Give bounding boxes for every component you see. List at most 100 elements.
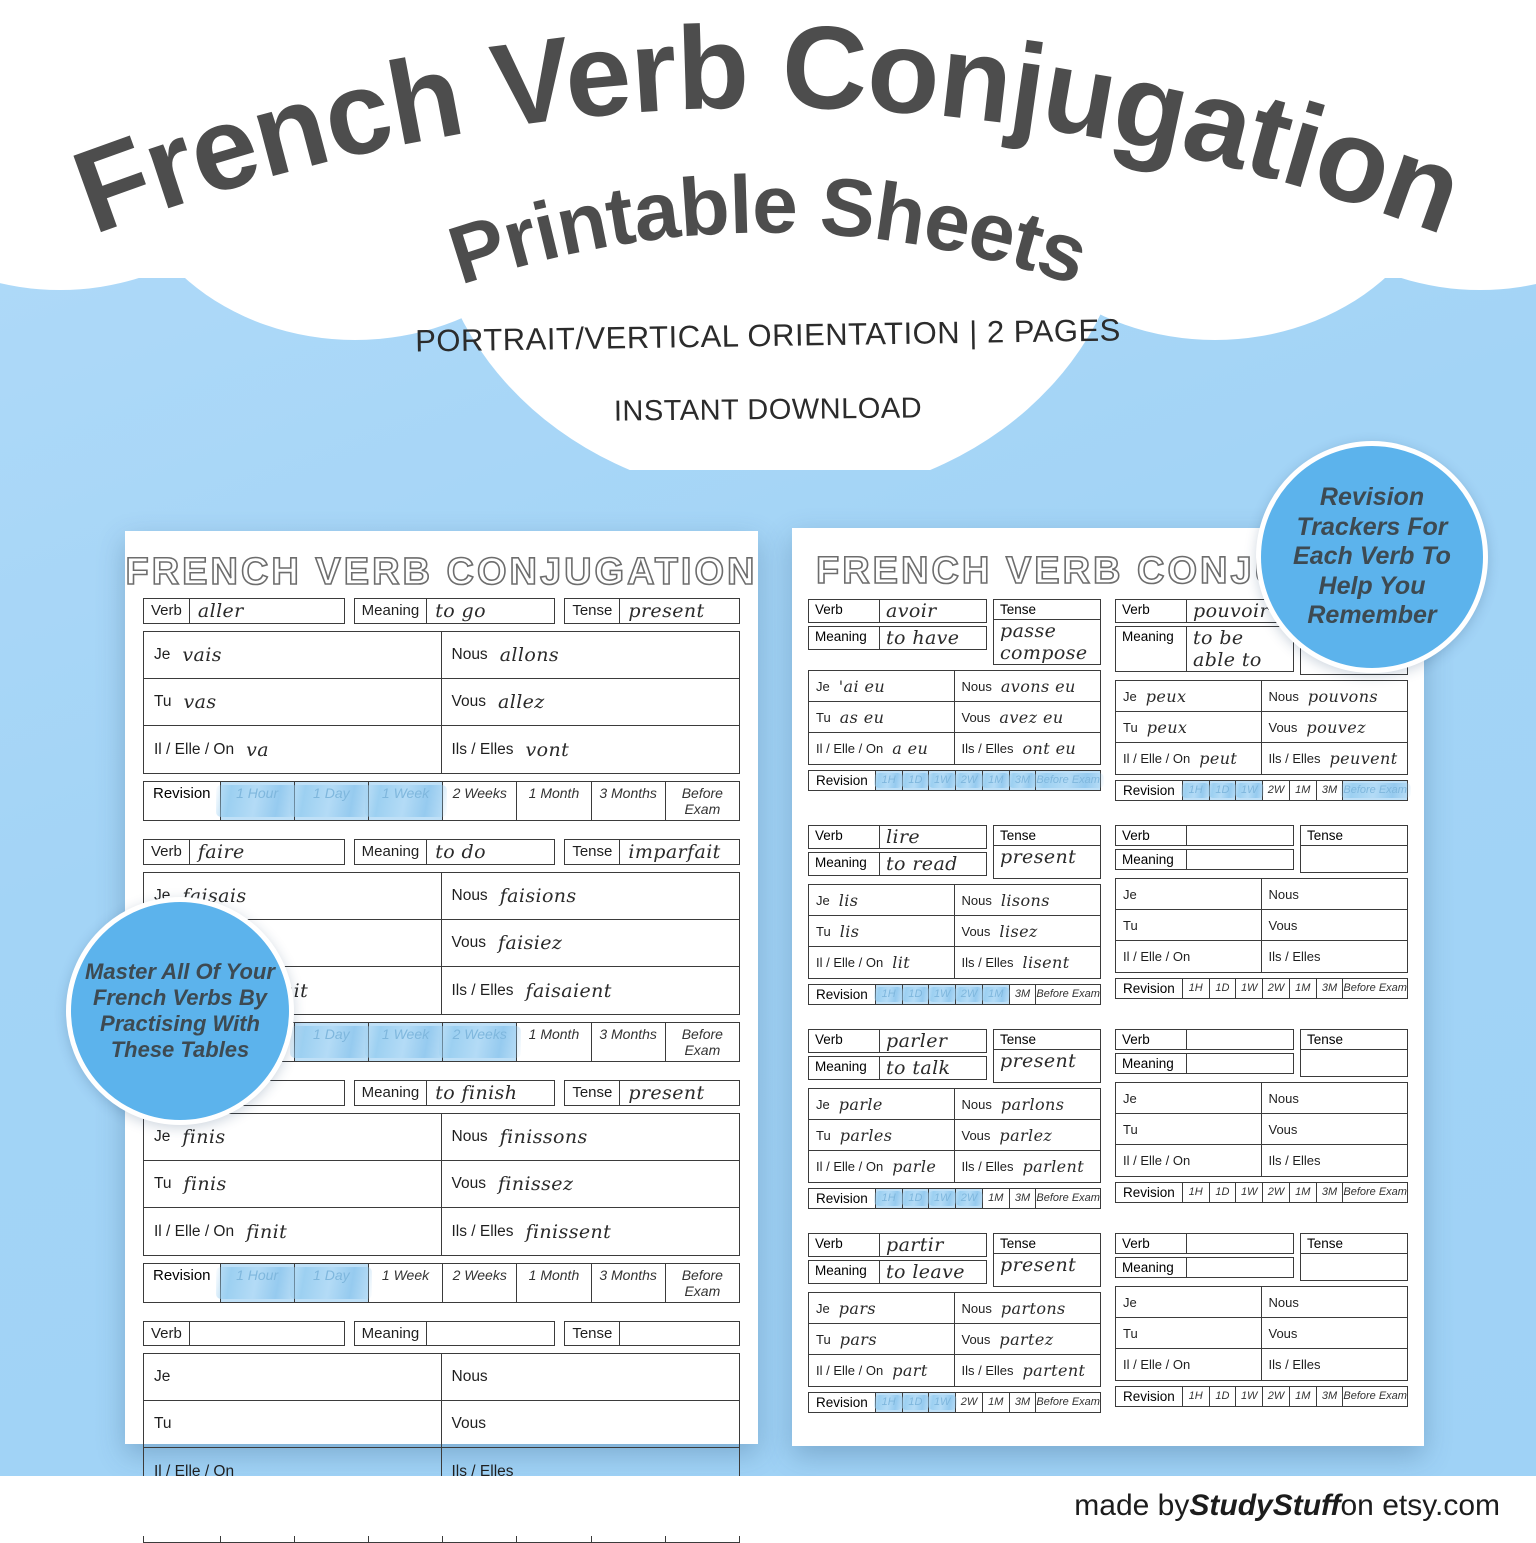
- verb-field-group[interactable]: Verb parler: [808, 1029, 987, 1053]
- revision-cell[interactable]: 1 Month: [517, 1023, 592, 1061]
- tense-field-group[interactable]: Tense passe compose: [993, 599, 1101, 665]
- revision-cell[interactable]: 1 Week: [364, 1023, 447, 1061]
- meaning-field-group[interactable]: Meaning to read: [808, 852, 987, 876]
- conj-cell-vous[interactable]: Vous faisiez: [441, 920, 739, 967]
- revision-cell[interactable]: 1M: [1290, 781, 1317, 800]
- tense-field-group[interactable]: Tense imparfait: [564, 839, 740, 865]
- revision-cell[interactable]: Before Exam: [1036, 1393, 1100, 1412]
- conj-cell-ils[interactable]: Ils / Elles partent: [955, 1355, 1101, 1386]
- revision-cell[interactable]: 3M: [1317, 1183, 1344, 1202]
- conj-cell-je[interactable]: Je 'ai eu: [809, 671, 955, 702]
- verb-value[interactable]: avoir: [880, 599, 987, 623]
- revision-cell[interactable]: 1W: [1236, 1387, 1264, 1406]
- meaning-value[interactable]: [1187, 1053, 1294, 1074]
- verb-value[interactable]: faire: [189, 839, 345, 865]
- verb-value[interactable]: lire: [880, 825, 987, 849]
- revision-cell[interactable]: 1 Day: [290, 782, 373, 820]
- conj-cell-ils[interactable]: Ils / Elles lisent: [955, 947, 1101, 978]
- conj-cell-ils[interactable]: Ils / Elles peuvent: [1262, 743, 1408, 774]
- verb-value[interactable]: [1187, 1029, 1294, 1050]
- meaning-value[interactable]: to read: [880, 852, 987, 876]
- conj-cell-tu[interactable]: Tu as eu: [809, 702, 955, 733]
- conj-cell-vous[interactable]: Vous: [1261, 1114, 1407, 1145]
- tense-value[interactable]: passe compose: [993, 620, 1101, 665]
- revision-cell[interactable]: 3M: [1317, 1387, 1344, 1406]
- verb-value[interactable]: partir: [880, 1233, 987, 1257]
- conj-cell-nous[interactable]: Nous faisions: [441, 873, 739, 920]
- verb-field-group[interactable]: Verb avoir: [808, 599, 987, 623]
- conj-cell-ils[interactable]: Ils / Elles finissent: [442, 1208, 740, 1255]
- verb-field-group[interactable]: Verb faire: [143, 839, 345, 865]
- meaning-value[interactable]: [1187, 849, 1294, 870]
- tense-field-group[interactable]: Tense: [1300, 825, 1408, 873]
- tense-value[interactable]: imparfait: [620, 839, 740, 865]
- revision-cell[interactable]: 1H: [1183, 979, 1210, 998]
- revision-cell[interactable]: Before Exam: [666, 1023, 739, 1061]
- conj-cell-ils[interactable]: Ils / Elles: [1262, 1349, 1408, 1380]
- revision-cell[interactable]: 1W: [927, 771, 957, 790]
- conj-cell-il[interactable]: Il / Elle / On: [1116, 1349, 1262, 1380]
- conj-cell-vous[interactable]: Vous lisez: [954, 916, 1100, 947]
- meaning-field-group[interactable]: Meaning to finish: [353, 1080, 556, 1106]
- revision-cell[interactable]: 1 Hour: [216, 1264, 299, 1302]
- revision-cell[interactable]: 1 Week: [364, 782, 447, 820]
- conj-cell-je[interactable]: Je pars: [809, 1293, 955, 1324]
- verb-field-group[interactable]: Verb: [143, 1321, 345, 1346]
- revision-cell[interactable]: 1D: [901, 1189, 930, 1208]
- conj-cell-tu[interactable]: Tu lis: [809, 916, 955, 947]
- conj-cell-ils[interactable]: Ils / Elles ont eu: [955, 733, 1101, 764]
- conj-cell-ils[interactable]: Ils / Elles vont: [442, 726, 740, 773]
- revision-cell[interactable]: 1M: [1290, 979, 1317, 998]
- meaning-field-group[interactable]: Meaning: [1115, 849, 1294, 870]
- conj-cell-tu[interactable]: Tu parles: [809, 1120, 955, 1151]
- meaning-value[interactable]: to talk: [880, 1056, 987, 1080]
- conj-cell-nous[interactable]: Nous allons: [441, 632, 739, 679]
- conj-cell-vous[interactable]: Vous pouvez: [1261, 712, 1407, 743]
- tense-field-group[interactable]: Tense present: [993, 825, 1101, 879]
- revision-cell[interactable]: Before Exam: [1036, 1189, 1100, 1208]
- conj-cell-vous[interactable]: Vous allez: [441, 679, 739, 726]
- revision-cell[interactable]: 2W: [956, 1393, 983, 1412]
- meaning-value[interactable]: to be able to: [1187, 626, 1294, 672]
- revision-cell[interactable]: 1W: [1236, 979, 1264, 998]
- printable-page-right[interactable]: FRENCH VERB CONJUGATION Verb avoir Meani…: [792, 528, 1424, 1446]
- revision-cell[interactable]: Before Exam: [666, 782, 739, 820]
- revision-cell[interactable]: 2 Weeks: [443, 782, 518, 820]
- meaning-field-group[interactable]: Meaning to talk: [808, 1056, 987, 1080]
- meaning-field-group[interactable]: Meaning to go: [353, 598, 556, 624]
- meaning-value[interactable]: [427, 1321, 556, 1346]
- meaning-field-group[interactable]: Meaning to do: [353, 839, 556, 865]
- revision-cell[interactable]: 1W: [927, 985, 957, 1004]
- revision-cell[interactable]: 2W: [954, 771, 984, 790]
- revision-cell[interactable]: 1 Month: [517, 1264, 592, 1302]
- tense-field-group[interactable]: Tense present: [564, 1080, 740, 1106]
- meaning-value[interactable]: to have: [880, 626, 987, 650]
- revision-cell[interactable]: 1D: [1208, 781, 1237, 800]
- revision-cell[interactable]: 1H: [874, 1393, 903, 1412]
- conj-cell-je[interactable]: Je peux: [1116, 681, 1262, 712]
- revision-cell[interactable]: 2W: [1263, 781, 1290, 800]
- conj-cell-tu[interactable]: Tu: [144, 1401, 442, 1448]
- revision-cell[interactable]: Before Exam: [1036, 985, 1100, 1004]
- conj-cell-je[interactable]: Je: [1116, 1287, 1262, 1318]
- conj-cell-tu[interactable]: Tu pars: [809, 1324, 955, 1355]
- conj-cell-il[interactable]: Il / Elle / On parle: [809, 1151, 955, 1182]
- conj-cell-je[interactable]: Je parle: [809, 1089, 955, 1120]
- verb-field-group[interactable]: Verb: [1115, 1029, 1294, 1050]
- conj-cell-tu[interactable]: Tu vas: [144, 679, 442, 726]
- verb-field-group[interactable]: Verb partir: [808, 1233, 987, 1257]
- meaning-value[interactable]: to leave: [880, 1260, 987, 1284]
- meaning-field-group[interactable]: Meaning: [1115, 1053, 1294, 1074]
- revision-cell[interactable]: Before Exam: [1343, 1387, 1407, 1406]
- revision-cell[interactable]: 1M: [1290, 1183, 1317, 1202]
- verb-value[interactable]: [189, 1321, 345, 1346]
- tense-value[interactable]: [620, 1321, 740, 1346]
- conj-cell-il[interactable]: Il / Elle / On finit: [144, 1208, 442, 1255]
- conj-cell-nous[interactable]: Nous parlons: [954, 1089, 1100, 1120]
- revision-cell[interactable]: 3M: [1010, 985, 1037, 1004]
- conj-cell-nous[interactable]: Nous finissons: [441, 1114, 739, 1161]
- tense-field-group[interactable]: Tense present: [993, 1029, 1101, 1083]
- revision-cell[interactable]: 2 Weeks: [443, 1264, 518, 1302]
- conj-cell-il[interactable]: Il / Elle / On peut: [1116, 743, 1262, 774]
- conj-cell-vous[interactable]: Vous avez eu: [954, 702, 1100, 733]
